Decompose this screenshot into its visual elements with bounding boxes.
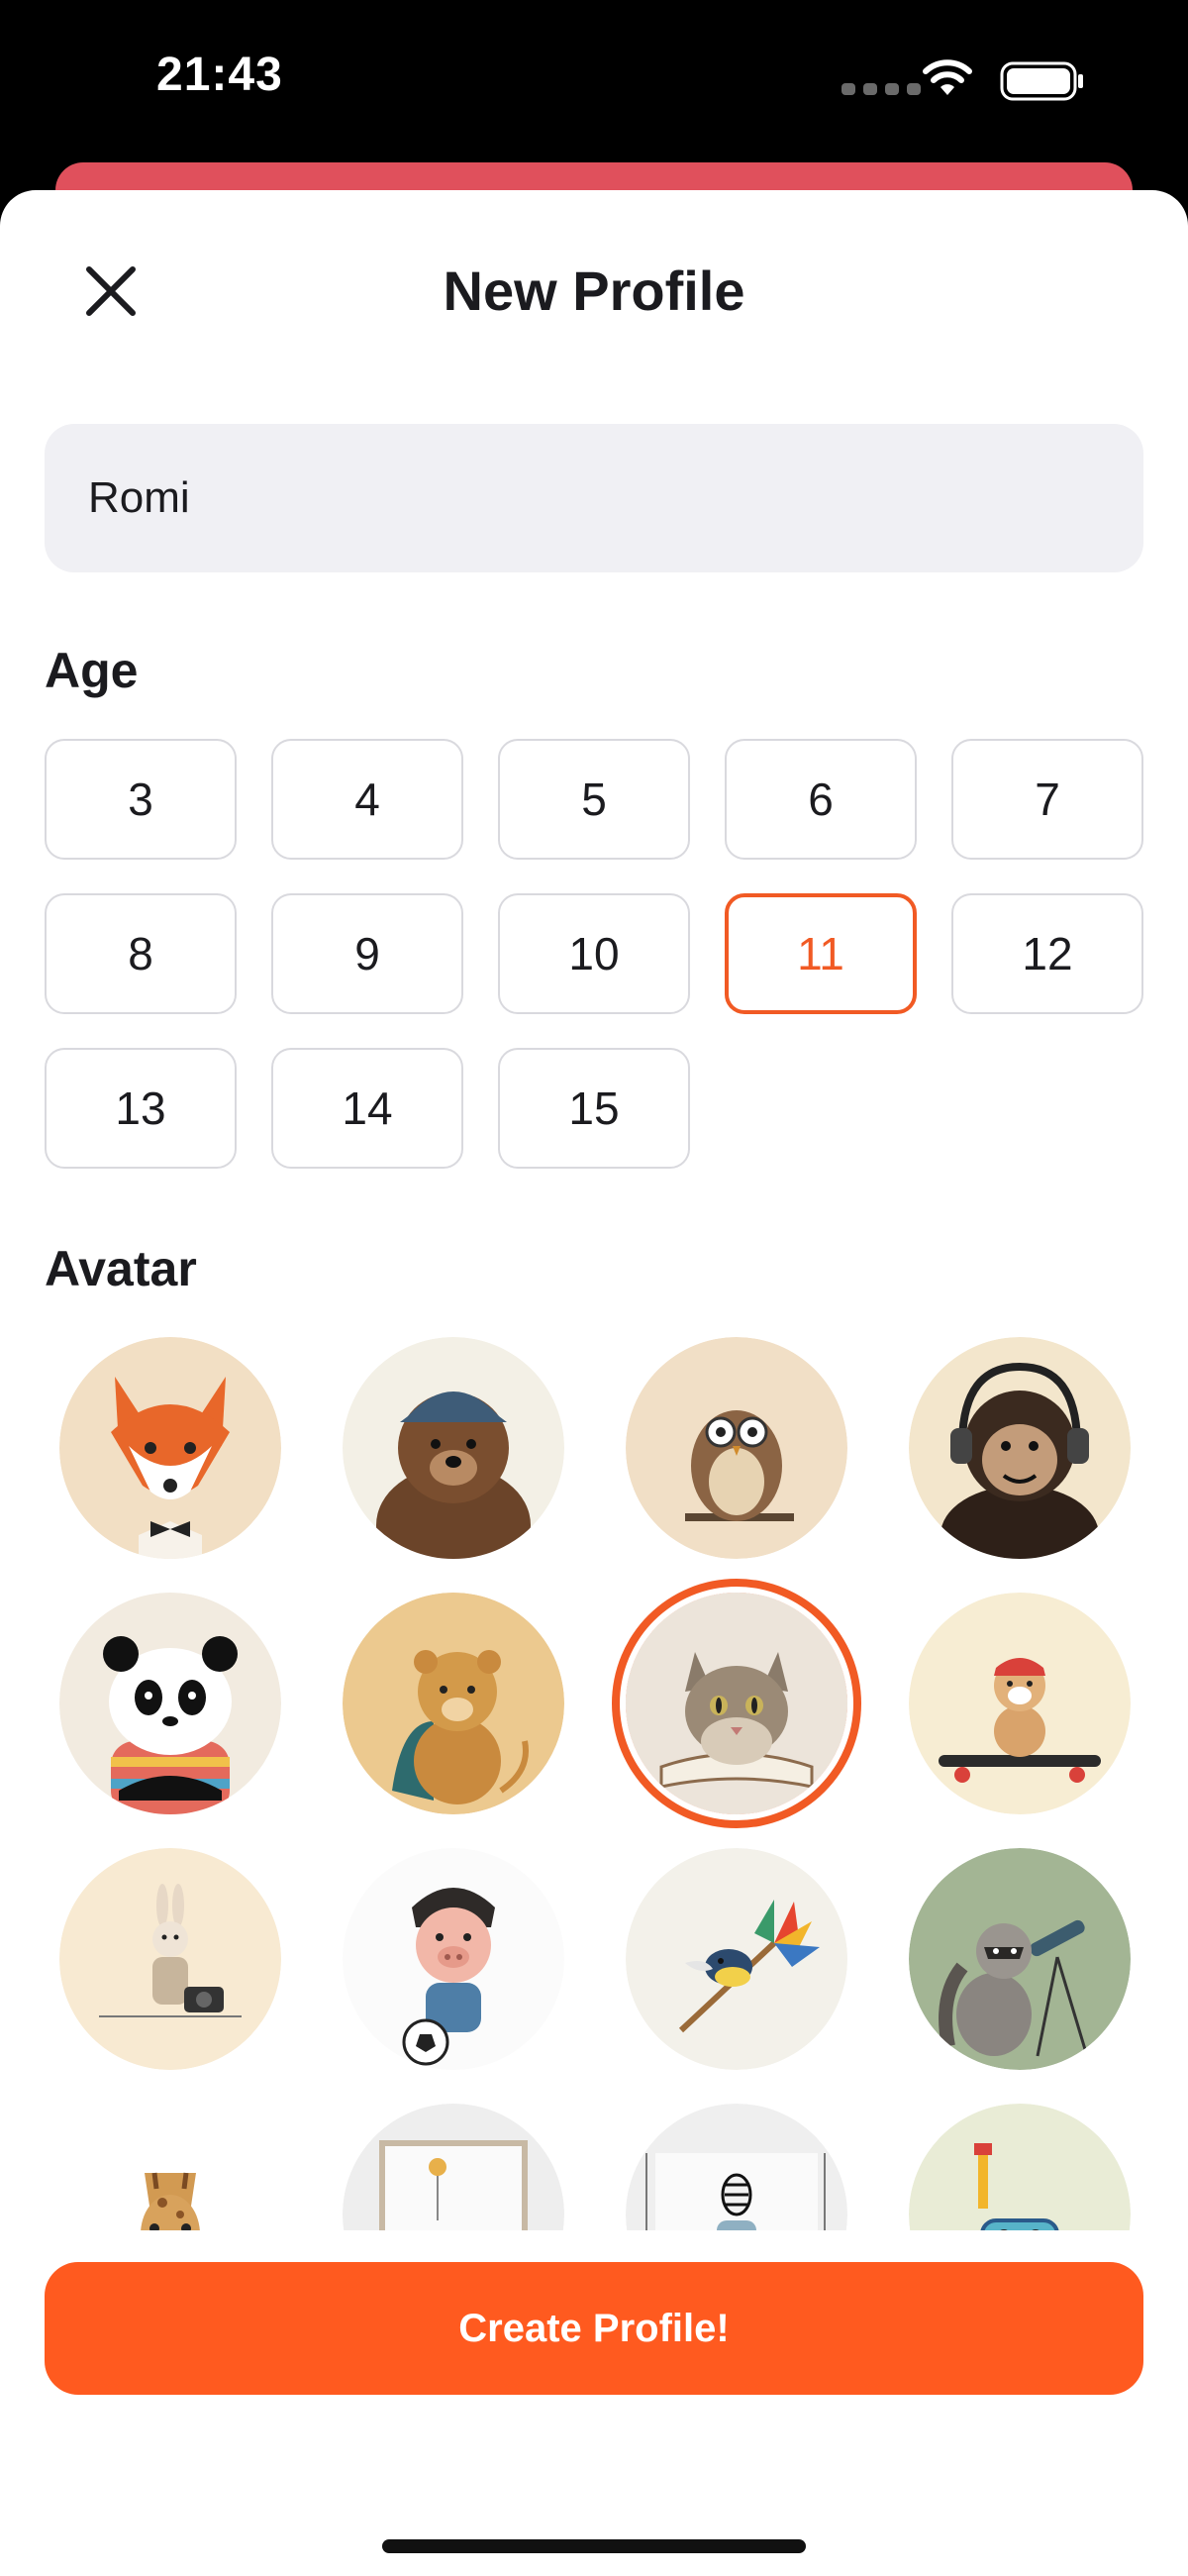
avatar-option-bear-cap[interactable] [343,1337,564,1559]
home-indicator [382,2539,806,2553]
chimp-icon [909,1337,1131,1559]
bird-icon [626,1848,847,2070]
bear-icon [343,1337,564,1559]
avatar-option-piglet-soccer[interactable] [343,1848,564,2070]
wifi-icon [923,59,972,95]
avatar-option-lion-cub-cape[interactable] [343,1593,564,1814]
lion-icon [343,1593,564,1814]
fox-icon [59,1337,281,1559]
age-option-3[interactable]: 3 [45,739,237,860]
age-option-4[interactable]: 4 [271,739,463,860]
age-option-12[interactable]: 12 [951,893,1143,1014]
avatar-option-fox-bowtie[interactable] [59,1337,281,1559]
signal-icon [842,83,921,95]
zebra-icon [626,2104,847,2230]
avatar-option-cat-reading[interactable] [626,1593,847,1814]
age-option-7[interactable]: 7 [951,739,1143,860]
age-option-11[interactable]: 11 [725,893,917,1014]
age-option-14[interactable]: 14 [271,1048,463,1169]
clock: 21:43 [156,49,283,101]
avatar-option-bunny-camera[interactable] [59,1848,281,2070]
pig-icon [343,1848,564,2070]
avatar-option-raccoon-telescope[interactable] [909,1848,1131,2070]
avatar-grid[interactable] [0,1327,1188,2230]
name-field[interactable] [45,424,1143,572]
avatar-option-zebra-frame[interactable] [626,2104,847,2230]
age-option-5[interactable]: 5 [498,739,690,860]
panda-icon [59,1593,281,1814]
status-bar: 21:43 [0,0,1188,163]
avatar-option-owl-glasses[interactable] [626,1337,847,1559]
page-title: New Profile [443,259,745,322]
avatar-option-giraffe[interactable] [59,2104,281,2230]
avatar-option-bulldog-skateboard[interactable] [909,1593,1131,1814]
age-option-6[interactable]: 6 [725,739,917,860]
owl-icon [626,1337,847,1559]
age-option-8[interactable]: 8 [45,893,237,1014]
avatar-option-bird-feather[interactable] [626,1848,847,2070]
cat-icon [626,1593,847,1814]
age-option-15[interactable]: 15 [498,1048,690,1169]
create-profile-button[interactable]: Create Profile! [45,2262,1143,2395]
age-option-9[interactable]: 9 [271,893,463,1014]
avatar-option-chimp-headphones[interactable] [909,1337,1131,1559]
elephant-icon [343,2104,564,2230]
age-option-13[interactable]: 13 [45,1048,237,1169]
age-option-10[interactable]: 10 [498,893,690,1014]
avatar-label: Avatar [45,1241,197,1296]
age-label: Age [45,643,139,698]
avatar-option-panda-pigtails[interactable] [59,1593,281,1814]
bunny-icon [59,1848,281,2070]
avatar-option-elephant-frame[interactable] [343,2104,564,2230]
hippo-icon [909,2104,1131,2230]
battery-icon [1000,61,1083,101]
raccoon-icon [909,1848,1131,2070]
giraffe-icon [59,2104,281,2230]
dog-icon [909,1593,1131,1814]
avatar-option-hippo-snorkel[interactable] [909,2104,1131,2230]
